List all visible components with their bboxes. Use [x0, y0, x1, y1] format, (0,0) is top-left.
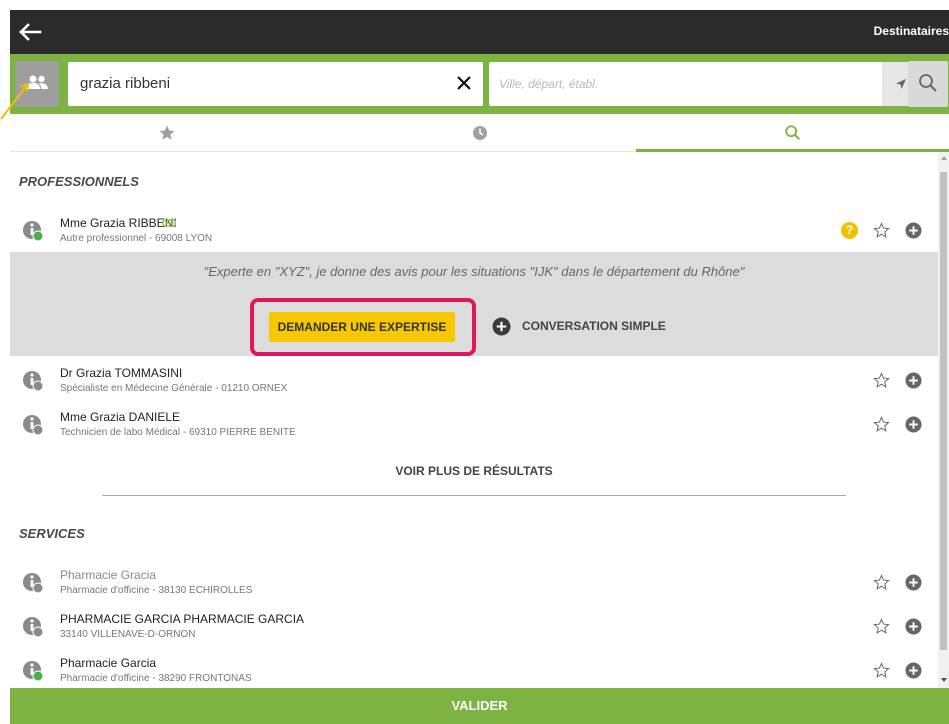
- clock-icon: [472, 126, 487, 140]
- list-item[interactable]: Pharmacie Gracia Pharmacie d'officine - …: [10, 560, 938, 604]
- info-avatar-icon: [23, 415, 44, 436]
- item-name: Pharmacie Garcia: [60, 656, 157, 670]
- tab-search[interactable]: [636, 114, 949, 152]
- scroll-up-icon[interactable]: [941, 156, 947, 160]
- location-input[interactable]: Ville, départ, établ.: [489, 62, 882, 106]
- results-list: PROFESSIONNELS Mme Grazia RIBBENI Autre …: [10, 152, 938, 688]
- list-item[interactable]: Pharmacie Garcia Pharmacie d'officine - …: [10, 648, 938, 688]
- info-avatar-icon: [23, 371, 44, 392]
- item-subtitle: Technicien de labo Médical - 69310 PIERR…: [60, 427, 296, 438]
- item-name: Pharmacie Gracia: [60, 568, 157, 582]
- info-avatar-icon: [23, 661, 44, 682]
- list-item[interactable]: Mme Grazia RIBBENI Autre professionnel -…: [10, 208, 938, 252]
- star-outline-icon[interactable]: [873, 416, 890, 433]
- tab-recent[interactable]: [323, 114, 636, 152]
- star-icon: [159, 125, 174, 140]
- location-placeholder: Ville, départ, établ.: [499, 77, 599, 91]
- scrollbar-thumb[interactable]: [940, 172, 947, 650]
- see-more-results-link[interactable]: VOIR PLUS DE RÉSULTATS: [10, 464, 938, 478]
- info-avatar-icon: [23, 573, 44, 594]
- validate-button[interactable]: VALIDER: [10, 688, 949, 724]
- divider: [102, 495, 846, 496]
- request-expertise-button[interactable]: DEMANDER UNE EXPERTISE: [269, 312, 455, 342]
- tab-favorites[interactable]: [10, 114, 323, 152]
- item-name: Dr Grazia TOMMASINI: [60, 366, 183, 380]
- plus-circle-icon[interactable]: [905, 662, 922, 679]
- plus-circle-icon[interactable]: [905, 416, 922, 433]
- close-icon[interactable]: [455, 74, 473, 92]
- item-name: PHARMACIE GARCIA PHARMACIE GARCIA: [60, 612, 305, 626]
- star-outline-icon[interactable]: [873, 222, 890, 239]
- plus-circle-icon[interactable]: [905, 372, 922, 389]
- search-bar: grazia ribbeni Ville, départ, établ.: [10, 54, 949, 114]
- item-subtitle: Pharmacie d'officine - 38130 ECHIROLLES: [60, 585, 253, 596]
- expanded-details: "Experte en "XYZ", je donne des avis pou…: [10, 252, 938, 356]
- expert-description: "Experte en "XYZ", je donne des avis pou…: [203, 264, 745, 279]
- plus-circle-icon[interactable]: [905, 618, 922, 635]
- search-icon: [784, 125, 800, 141]
- search-button[interactable]: [908, 61, 948, 107]
- name-search-input[interactable]: grazia ribbeni: [68, 62, 483, 106]
- item-subtitle: 33140 VILLENAVE-D-ORNON: [60, 629, 196, 640]
- item-name: Mme Grazia RIBBENI: [60, 216, 177, 230]
- help-icon[interactable]: ?: [841, 222, 858, 239]
- search-icon: [919, 74, 937, 92]
- item-subtitle: Autre professionnel - 69008 LYON: [60, 233, 213, 244]
- plus-circle-icon[interactable]: [905, 222, 922, 239]
- scroll-down-icon[interactable]: [941, 678, 947, 682]
- secure-tag-icon: [162, 219, 176, 227]
- star-outline-icon[interactable]: [873, 574, 890, 591]
- info-avatar-icon: [23, 221, 44, 242]
- list-item[interactable]: PHARMACIE GARCIA PHARMACIE GARCIA 33140 …: [10, 604, 938, 648]
- list-item[interactable]: Mme Grazia DANIELE Technicien de labo Mé…: [10, 402, 938, 446]
- info-avatar-icon: [23, 617, 44, 638]
- page-title: Destinataires: [873, 24, 949, 38]
- top-bar: Destinataires: [10, 10, 949, 54]
- section-title-services: SERVICES: [19, 526, 85, 541]
- star-outline-icon[interactable]: [873, 662, 890, 679]
- star-outline-icon[interactable]: [873, 372, 890, 389]
- name-search-value: grazia ribbeni: [80, 75, 171, 92]
- scrollbar[interactable]: [938, 152, 949, 688]
- plus-circle-icon: [492, 317, 511, 336]
- tab-bar: [10, 114, 949, 152]
- plus-circle-icon[interactable]: [905, 574, 922, 591]
- arrow-left-icon[interactable]: [18, 20, 44, 44]
- location-arrow-icon: [896, 79, 906, 89]
- item-name: Mme Grazia DANIELE: [60, 410, 181, 424]
- star-outline-icon[interactable]: [873, 618, 890, 635]
- list-item[interactable]: Dr Grazia TOMMASINI Spécialiste en Médec…: [10, 358, 938, 402]
- item-subtitle: Pharmacie d'officine - 38290 FRONTONAS: [60, 673, 252, 684]
- simple-conversation-label: CONVERSATION SIMPLE: [522, 319, 666, 333]
- section-title-professionals: PROFESSIONNELS: [19, 174, 139, 189]
- item-subtitle: Spécialiste en Médecine Générale - 01210…: [60, 383, 288, 394]
